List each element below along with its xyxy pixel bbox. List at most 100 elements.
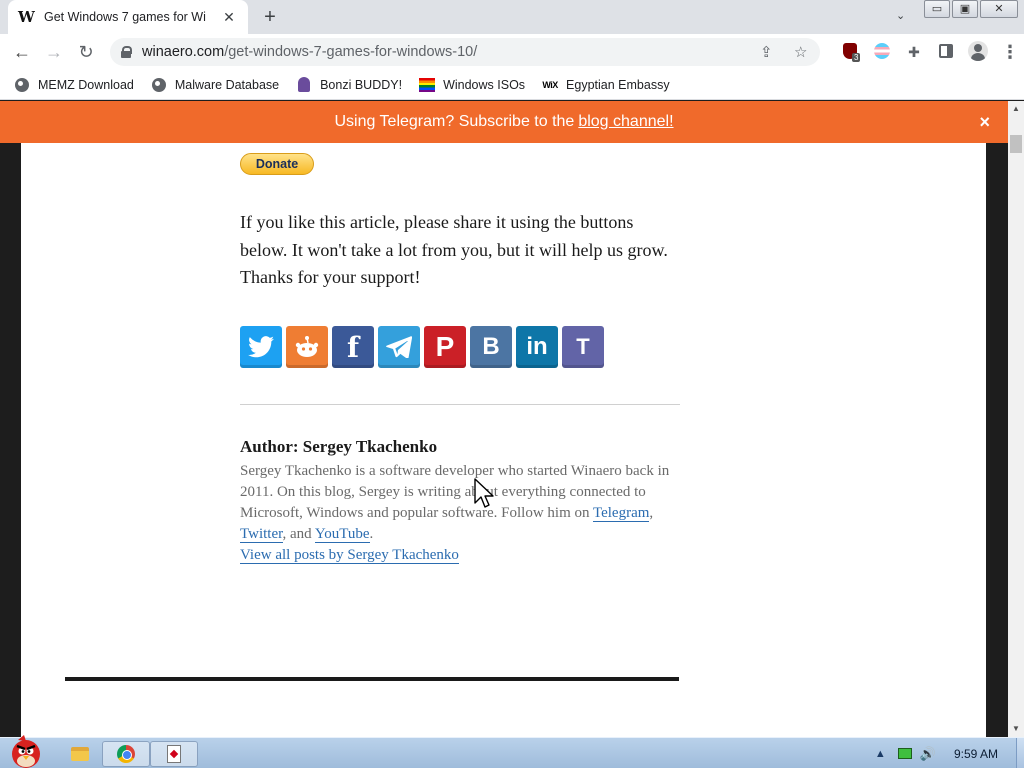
teams-share-button[interactable]: T	[562, 326, 604, 368]
taskbar: ▲ 🔊 9:59 AM	[0, 735, 1024, 768]
extensions-puzzle-icon[interactable]: ✚	[898, 44, 930, 61]
side-panel-button[interactable]	[930, 43, 962, 61]
system-tray: ▲ 🔊 9:59 AM	[875, 738, 1024, 768]
linkedin-share-button[interactable]: in	[516, 326, 558, 368]
tab-title: Get Windows 7 games for Wi	[44, 10, 206, 24]
bio-separator: ,	[649, 505, 654, 521]
telegram-share-button[interactable]	[378, 326, 420, 368]
banner-text: Using Telegram? Subscribe to the	[334, 113, 575, 130]
pinterest-share-button[interactable]: P	[424, 326, 466, 368]
tab-search-icon[interactable]: ⌄	[896, 9, 905, 22]
bookmark-malware-database[interactable]: Malware Database	[151, 77, 279, 93]
flag-extension[interactable]	[866, 42, 898, 62]
taskbar-explorer[interactable]	[56, 741, 104, 767]
mouse-cursor-icon	[474, 478, 494, 508]
network-icon[interactable]	[897, 748, 912, 759]
bookmark-bonzi-buddy[interactable]: Bonzi BUDDY!	[296, 77, 402, 93]
bookmark-egyptian-embassy[interactable]: WiX Egyptian Embassy	[542, 77, 670, 93]
scroll-down-arrow-icon[interactable]: ▼	[1008, 721, 1024, 737]
address-bar[interactable]: winaero.com/get-windows-7-games-for-wind…	[110, 38, 820, 66]
show-desktop-button[interactable]	[1016, 738, 1024, 768]
bookmark-label: Malware Database	[174, 77, 280, 92]
youtube-link[interactable]: YouTube	[314, 526, 370, 543]
section-divider	[240, 404, 680, 405]
minimize-button[interactable]: ▭	[924, 0, 950, 18]
tray-expand-icon[interactable]: ▲	[875, 748, 886, 760]
vk-icon: B	[482, 333, 500, 360]
trans-flag-icon	[874, 42, 890, 59]
bookmark-label: Windows ISOs	[443, 77, 526, 92]
side-panel-icon	[939, 43, 953, 58]
article-page: Donate If you like this article, please …	[21, 101, 986, 737]
bookmark-star-icon[interactable]: ☆	[794, 43, 807, 61]
reload-button[interactable]: ↻	[70, 42, 102, 63]
back-button[interactable]: ←	[6, 42, 38, 63]
linkedin-icon: in	[526, 333, 548, 360]
globe-icon	[14, 77, 30, 93]
rainbow-flag-icon	[419, 77, 436, 93]
browser-toolbar: ← → ↻ winaero.com/get-windows-7-games-fo…	[0, 34, 1024, 70]
twitter-icon	[248, 336, 274, 358]
twitter-link[interactable]: Twitter	[240, 526, 283, 543]
page-viewport: Donate If you like this article, please …	[0, 101, 1024, 737]
facebook-icon: f	[346, 330, 360, 364]
telegram-banner: Using Telegram? Subscribe to the blog ch…	[0, 101, 1008, 143]
scroll-up-arrow-icon[interactable]: ▲	[1008, 101, 1024, 117]
vertical-scrollbar[interactable]: ▲ ▼	[1008, 101, 1024, 737]
taskbar-solitaire[interactable]	[150, 741, 198, 767]
ublock-extension[interactable]: 3	[834, 42, 866, 62]
author-bio: Sergey Tkachenko is a software developer…	[240, 461, 685, 566]
new-tab-button[interactable]: +	[258, 5, 282, 29]
vk-share-button[interactable]: B	[470, 326, 512, 368]
teams-icon: T	[576, 334, 590, 359]
bookmark-memz[interactable]: MEMZ Download	[14, 77, 134, 93]
taskbar-chrome[interactable]	[102, 741, 150, 767]
facebook-share-button[interactable]: f	[332, 326, 374, 368]
share-icon[interactable]: ⇪	[760, 43, 773, 61]
tab-strip: W Get Windows 7 games for Wi ✕ + ⌄ ▭ ▣ ✕	[0, 0, 1024, 34]
chrome-icon	[117, 745, 135, 763]
ublock-badge: 3	[852, 52, 861, 62]
bookmark-label: Egyptian Embassy	[566, 77, 670, 92]
url-domain: winaero.com	[142, 44, 225, 60]
reddit-icon	[295, 336, 319, 357]
banner-close-icon[interactable]: ×	[979, 112, 990, 133]
start-button-angry-bird-icon[interactable]	[2, 732, 48, 768]
share-prompt-text: If you like this article, please share i…	[240, 212, 668, 287]
twitter-share-button[interactable]	[240, 326, 282, 368]
volume-icon[interactable]: 🔊	[920, 746, 936, 762]
winaero-favicon-icon: W	[18, 8, 35, 26]
profile-button[interactable]	[962, 40, 994, 64]
share-buttons: f P B in T	[240, 326, 608, 368]
card-game-icon	[167, 745, 181, 763]
telegram-link[interactable]: Telegram	[592, 505, 650, 522]
window-controls: ▭ ▣ ✕	[922, 0, 1018, 18]
bio-separator: .	[369, 526, 374, 542]
bookmark-windows-isos[interactable]: Windows ISOs	[419, 77, 525, 93]
author-title: Author: Sergey Tkachenko	[240, 437, 438, 456]
wix-icon: WiX	[542, 79, 558, 90]
pinterest-icon: P	[435, 331, 455, 362]
bonzi-icon	[296, 77, 312, 93]
blog-channel-link[interactable]: blog channel!	[578, 113, 673, 131]
thick-divider	[65, 677, 679, 681]
donate-button[interactable]: Donate	[240, 153, 314, 175]
bookmarks-bar: MEMZ Download Malware Database Bonzi BUD…	[0, 70, 1024, 100]
maximize-button[interactable]: ▣	[952, 0, 978, 18]
view-all-posts-link[interactable]: View all posts by Sergey Tkachenko	[240, 547, 459, 564]
scroll-thumb[interactable]	[1010, 135, 1022, 153]
extensions-area: 3 ✚ ⋮	[834, 34, 1024, 70]
bio-separator: , and	[282, 526, 312, 542]
tab-close-icon[interactable]: ✕	[220, 9, 238, 26]
forward-button[interactable]: →	[38, 42, 70, 63]
browser-menu-icon[interactable]: ⋮	[994, 42, 1024, 63]
reddit-share-button[interactable]	[286, 326, 328, 368]
folder-icon	[71, 747, 89, 761]
url-path: /get-windows-7-games-for-windows-10/	[224, 44, 478, 60]
avatar	[968, 40, 988, 61]
lock-icon[interactable]	[120, 46, 132, 58]
close-window-button[interactable]: ✕	[980, 0, 1018, 18]
browser-tab[interactable]: W Get Windows 7 games for Wi ✕	[8, 0, 248, 34]
bookmark-label: MEMZ Download	[38, 77, 134, 92]
taskbar-clock[interactable]: 9:59 AM	[954, 747, 998, 761]
